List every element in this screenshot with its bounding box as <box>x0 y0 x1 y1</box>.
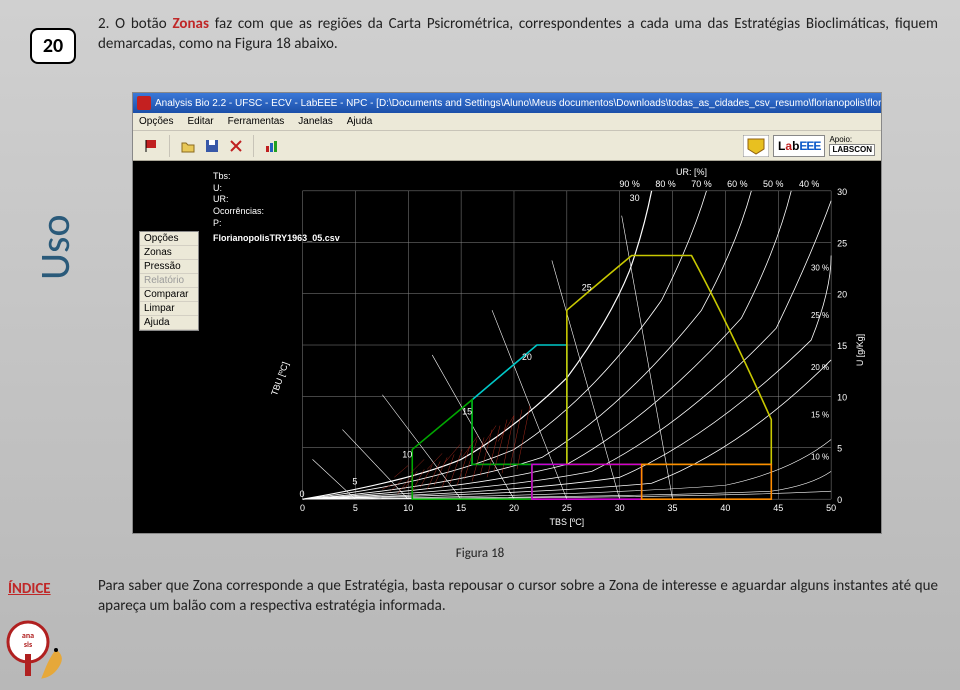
apoio-block: Apoio: LABSCON <box>829 136 875 156</box>
menu-janelas[interactable]: Janelas <box>298 116 332 127</box>
para1-rest: faz com que as regiões da Carta Psicromé… <box>98 15 938 53</box>
ur-80: 80 % <box>655 179 675 189</box>
psychrometric-chart[interactable]: 0 5 10 15 20 25 30 35 40 45 50 TBS [ºC] … <box>133 161 881 533</box>
chart-area: Tbs: U: UR: Ocorrências: P: Florianopoli… <box>133 161 881 533</box>
menu-ferramentas[interactable]: Ferramentas <box>228 116 285 127</box>
ur-70: 70 % <box>691 179 711 189</box>
xtick-25: 25 <box>562 503 572 513</box>
btn-comparar[interactable]: Comparar <box>140 288 198 302</box>
inr-30: 30 % <box>811 263 829 272</box>
ufsc-shield-icon <box>743 135 769 157</box>
tool-chart-icon[interactable] <box>261 135 283 157</box>
tbu-30: 30 <box>630 193 640 203</box>
page-number: 20 <box>43 34 63 58</box>
tbu-15: 15 <box>462 407 472 417</box>
btn-pressao[interactable]: Pressão <box>140 260 198 274</box>
app-icon <box>137 96 151 110</box>
side-section-label: Uso <box>30 214 81 280</box>
rtick-30: 30 <box>837 187 847 197</box>
para1-zonas-word: Zonas <box>172 15 208 33</box>
btn-relatorio[interactable]: Relatório <box>140 274 198 288</box>
xtick-5: 5 <box>353 503 358 513</box>
page-number-box: 20 <box>30 28 76 64</box>
rtick-20: 20 <box>837 289 847 299</box>
ur-60: 60 % <box>727 179 747 189</box>
toolbar-separator <box>253 135 255 157</box>
x-axis-label: TBS [ºC] <box>550 517 585 527</box>
app-window: Analysis Bio 2.2 - UFSC - ECV - LabEEE -… <box>132 92 882 534</box>
inr-25: 25 % <box>811 311 829 320</box>
inr-10: 10 % <box>811 452 829 461</box>
xtick-50: 50 <box>826 503 836 513</box>
window-titlebar: Analysis Bio 2.2 - UFSC - ECV - LabEEE -… <box>133 93 881 113</box>
rtick-5: 5 <box>837 443 842 453</box>
rtick-25: 25 <box>837 239 847 249</box>
para1-prefix: 2. O botão <box>98 15 172 33</box>
xtick-35: 35 <box>668 503 678 513</box>
tool-save-icon[interactable] <box>201 135 223 157</box>
inr-15: 15 % <box>811 411 829 420</box>
xtick-15: 15 <box>456 503 466 513</box>
xtick-45: 45 <box>773 503 783 513</box>
xtick-30: 30 <box>615 503 625 513</box>
xtick-0: 0 <box>300 503 305 513</box>
rtick-0: 0 <box>837 495 842 505</box>
menu-opcoes[interactable]: Opções <box>139 116 173 127</box>
xtick-10: 10 <box>403 503 413 513</box>
menu-editar[interactable]: Editar <box>187 116 213 127</box>
window-title: Analysis Bio 2.2 - UFSC - ECV - LabEEE -… <box>155 98 881 109</box>
labeee-logo: LabEEE <box>773 135 825 157</box>
paragraph-2: Para saber que Zona corresponde a que Es… <box>98 576 938 617</box>
toolbar-separator <box>169 135 171 157</box>
tool-delete-icon[interactable] <box>225 135 247 157</box>
tbu-5: 5 <box>352 476 357 486</box>
tbu-0: 0 <box>300 489 305 499</box>
btn-zonas[interactable]: Zonas <box>140 246 198 260</box>
tbu-20: 20 <box>522 352 532 362</box>
btn-ajuda[interactable]: Ajuda <box>140 316 198 330</box>
btn-limpar[interactable]: Limpar <box>140 302 198 316</box>
y-left-label: TBU [ºC] <box>269 361 290 397</box>
ur-header: UR: [%] <box>676 167 707 177</box>
xtick-40: 40 <box>720 503 730 513</box>
menu-ajuda[interactable]: Ajuda <box>347 116 373 127</box>
ur-40: 40 % <box>799 179 819 189</box>
side-buttons-panel: Opções Zonas Pressão Relatório Comparar … <box>139 231 199 331</box>
labscon-label: LABSCON <box>829 144 875 156</box>
rtick-15: 15 <box>837 341 847 351</box>
svg-text:sis: sis <box>24 640 32 650</box>
y-right-label: U [g/Kg] <box>855 334 865 366</box>
tbu-10: 10 <box>402 449 412 459</box>
btn-opcoes[interactable]: Opções <box>140 232 198 246</box>
index-link[interactable]: ÍNDICE <box>8 580 51 598</box>
menubar: Opções Editar Ferramentas Janelas Ajuda <box>133 113 881 131</box>
toolbar: LabEEE Apoio: LABSCON <box>133 131 881 161</box>
analysis-bio-logo: ana sis <box>6 620 70 684</box>
tbu-25: 25 <box>582 282 592 292</box>
paragraph-1: 2. O botão Zonas faz com que as regiões … <box>98 14 938 55</box>
rtick-10: 10 <box>837 393 847 403</box>
tool-flag-icon[interactable] <box>141 135 163 157</box>
apoio-label: Apoio: <box>829 136 875 144</box>
inr-20: 20 % <box>811 363 829 372</box>
figure-caption: Figura 18 <box>0 546 960 561</box>
tool-open-icon[interactable] <box>177 135 199 157</box>
ur-50: 50 % <box>763 179 783 189</box>
xtick-20: 20 <box>509 503 519 513</box>
ur-90: 90 % <box>619 179 639 189</box>
